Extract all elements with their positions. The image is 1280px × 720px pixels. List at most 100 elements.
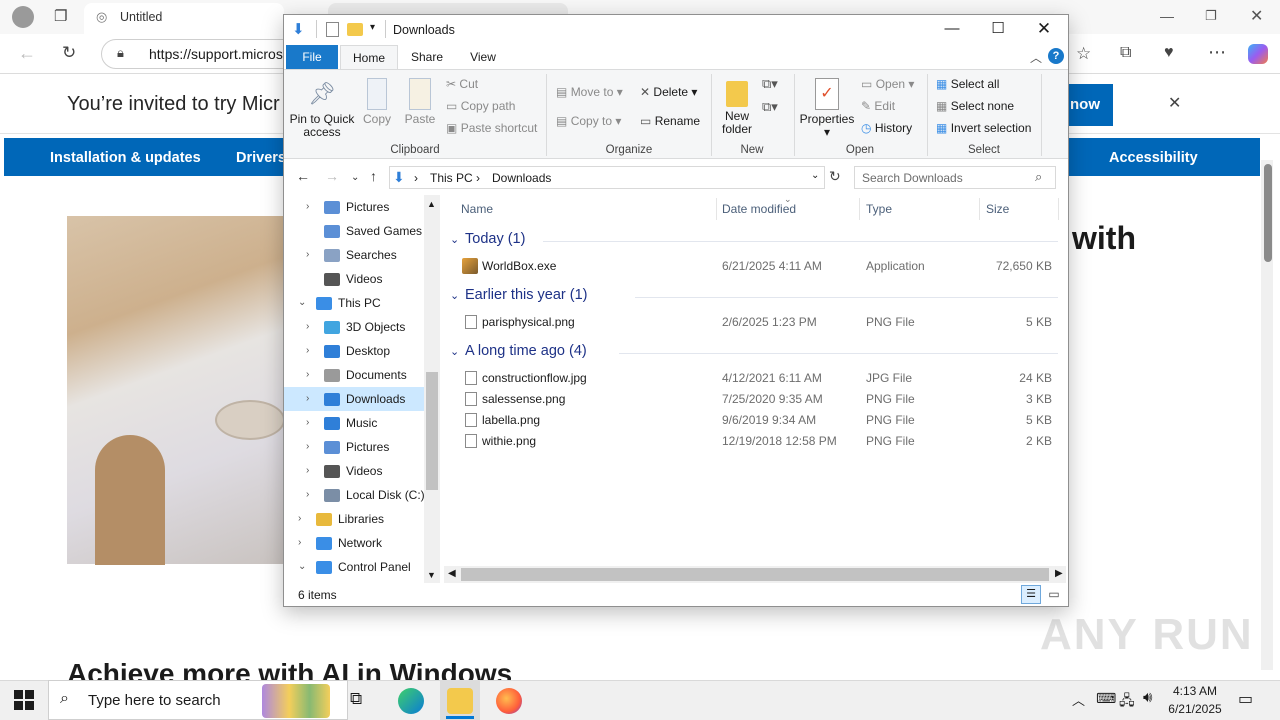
extensions-icon[interactable]: ♥ [1164, 45, 1174, 61]
hscroll-right-arrow[interactable]: ▶ [1055, 568, 1063, 579]
tree-expand-chevron-icon[interactable]: › [306, 315, 309, 339]
paste-shortcut-button[interactable]: ▣ Paste shortcut [446, 121, 537, 135]
tree-expand-chevron-icon[interactable]: › [306, 195, 309, 219]
tab-share[interactable]: Share [405, 45, 449, 69]
tree-item[interactable]: › Searches [284, 243, 424, 267]
column-header-type[interactable]: Type [866, 202, 892, 216]
tab-home[interactable]: Home [340, 45, 398, 69]
url-text[interactable]: https://support.micros [149, 46, 283, 62]
cut-button[interactable]: ✂︎ Cut [446, 77, 478, 91]
profile-avatar[interactable] [12, 6, 34, 28]
up-button[interactable]: ↑ [370, 168, 377, 184]
banner-close-icon[interactable]: ✕ [1168, 96, 1181, 112]
page-scroll-thumb[interactable] [1264, 164, 1272, 262]
breadcrumb-this-pc[interactable]: This PC [430, 171, 473, 185]
collections-icon[interactable]: ⧉ [1120, 45, 1131, 61]
tab-actions-icon[interactable]: ❐ [54, 9, 67, 24]
tree-expand-chevron-icon[interactable]: › [298, 531, 301, 555]
search-magnifier-icon[interactable]: ⌕ [1035, 169, 1042, 185]
history-button[interactable]: ◷ History [861, 121, 912, 135]
forward-button[interactable]: → [325, 168, 339, 184]
new-folder-quick-icon[interactable] [347, 23, 363, 36]
file-group-header[interactable]: Today (1) [465, 231, 525, 247]
nav-installation-updates[interactable]: Installation & updates [50, 150, 201, 166]
open-button[interactable]: ▭ Open ▾ [861, 77, 914, 91]
tree-item[interactable]: › Desktop [284, 339, 424, 363]
recent-locations-button[interactable]: ⌄ [351, 172, 359, 183]
more-menu-icon[interactable]: ⋯ [1208, 43, 1226, 61]
tree-expanded-chevron-icon[interactable]: ⌄ [298, 291, 306, 315]
lock-icon[interactable]: 🔒︎ [117, 46, 124, 59]
tree-item[interactable]: Videos [284, 267, 424, 291]
network-icon[interactable]: 🖧︎ [1119, 690, 1135, 714]
select-all-button[interactable]: ▦ Select all [936, 77, 999, 91]
tree-expanded-chevron-icon[interactable]: ⌄ [298, 555, 306, 579]
easy-access-icon[interactable]: ⧉▾ [762, 99, 778, 115]
tree-expand-chevron-icon[interactable]: › [306, 243, 309, 267]
large-icons-view-icon[interactable]: ▭ [1044, 585, 1064, 604]
pin-to-quick-access-button[interactable]: 📌︎ Pin to Quick access [289, 78, 355, 139]
refresh-icon[interactable]: ↻ [62, 44, 76, 61]
nav-accessibility[interactable]: Accessibility [1109, 150, 1198, 166]
group-collapse-chevron-icon[interactable]: ⌄ [450, 233, 459, 246]
group-collapse-chevron-icon[interactable]: ⌄ [450, 289, 459, 302]
show-hidden-icons-chevron[interactable]: ︿ [1072, 690, 1085, 709]
hscroll-left-arrow[interactable]: ◀ [448, 568, 456, 579]
properties-button[interactable]: ✓ Properties ▾ [799, 78, 855, 139]
group-collapse-chevron-icon[interactable]: ⌄ [450, 345, 459, 358]
notifications-icon[interactable]: ▭ [1238, 689, 1253, 709]
back-button[interactable]: ← [296, 168, 310, 184]
tree-item[interactable]: ⌄ Control Panel [284, 555, 424, 579]
breadcrumb-chevron-icon[interactable]: › [414, 171, 418, 185]
tray-device-icon[interactable]: ⌨ [1096, 690, 1116, 707]
copy-to-button[interactable]: ▤ Copy to ▾ [556, 114, 621, 128]
tree-item[interactable]: › Music [284, 411, 424, 435]
delete-button[interactable]: ✕ Delete ▾ [640, 85, 697, 99]
tree-item[interactable]: › Videos [284, 459, 424, 483]
close-button[interactable]: ✕ [1021, 15, 1067, 45]
back-arrow-icon[interactable]: ← [18, 44, 36, 62]
column-divider[interactable] [859, 198, 860, 220]
file-group-header[interactable]: A long time ago (4) [465, 343, 587, 359]
select-none-button[interactable]: ▦ Select none [936, 99, 1014, 113]
taskbar-search-placeholder[interactable]: Type here to search [88, 692, 221, 709]
tree-item[interactable]: › Documents [284, 363, 424, 387]
maximize-button[interactable]: ☐ [975, 15, 1021, 45]
volume-icon[interactable]: 🔊︎ [1143, 689, 1152, 706]
tree-expand-chevron-icon[interactable]: › [306, 387, 309, 411]
address-history-dropdown-icon[interactable]: ⌄ [811, 170, 819, 181]
close-browser-button[interactable]: ✕ [1250, 6, 1263, 26]
tree-scroll-down-arrow[interactable]: ▼ [427, 570, 436, 580]
task-view-icon[interactable]: ⧉ [350, 689, 362, 709]
nav-drivers[interactable]: Drivers [236, 150, 286, 166]
tree-item[interactable]: › Libraries [284, 507, 424, 531]
edge-taskbar-icon[interactable] [398, 688, 424, 714]
file-explorer-taskbar-icon[interactable] [447, 688, 473, 714]
column-header-size[interactable]: Size [986, 202, 1009, 216]
restore-browser-button[interactable]: ❐ [1205, 8, 1217, 24]
tree-scroll-up-arrow[interactable]: ▲ [427, 199, 436, 209]
copilot-icon[interactable] [1248, 44, 1268, 64]
tree-expand-chevron-icon[interactable]: › [298, 507, 301, 531]
copy-button[interactable]: Copy [360, 78, 394, 126]
details-view-icon[interactable]: ☰ [1021, 585, 1041, 604]
rename-button[interactable]: ▭ Rename [640, 114, 700, 128]
tree-item[interactable]: ⌄ This PC [284, 291, 424, 315]
favorites-star-icon[interactable]: ☆ [1076, 45, 1091, 62]
column-divider[interactable] [979, 198, 980, 220]
minimize-browser-button[interactable]: — [1160, 8, 1174, 24]
invert-selection-button[interactable]: ▦ Invert selection [936, 121, 1031, 135]
edit-button[interactable]: ✎ Edit [861, 99, 895, 113]
tree-expand-chevron-icon[interactable]: › [306, 483, 309, 507]
quick-access-down-arrow-icon[interactable]: ⬇ [292, 20, 305, 38]
file-group-header[interactable]: Earlier this year (1) [465, 287, 587, 303]
firefox-taskbar-icon[interactable] [496, 688, 522, 714]
customize-quick-access-icon[interactable]: ▾ [370, 22, 375, 33]
column-divider[interactable] [1058, 198, 1059, 220]
navigation-pane-scroll-thumb[interactable] [426, 372, 438, 490]
move-to-button[interactable]: ▤ Move to ▾ [556, 85, 623, 99]
tree-item[interactable]: › Network [284, 531, 424, 555]
tab-file[interactable]: File [286, 45, 338, 69]
new-folder-button[interactable]: New folder [716, 78, 758, 136]
tree-expand-chevron-icon[interactable]: › [306, 339, 309, 363]
